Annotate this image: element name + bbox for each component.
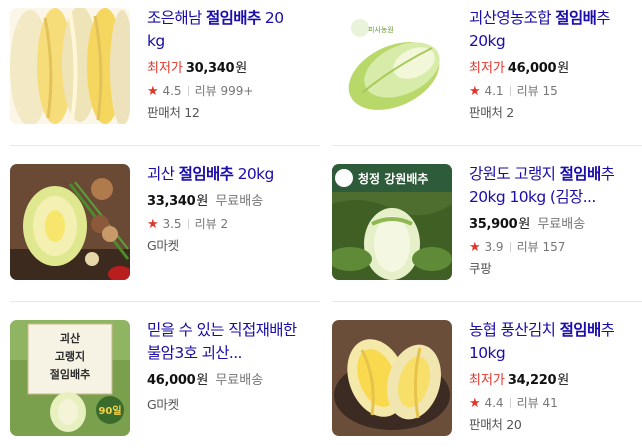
sign-line-3: 절임배추 — [50, 367, 90, 381]
product-image[interactable]: 피사농원 — [332, 8, 452, 124]
star-icon: ★ — [469, 396, 481, 411]
divider — [10, 145, 320, 146]
product-card[interactable]: 괴산 절임배추 20kg 33,340원 무료배송 ★ 3.5 리뷰 2 G마켓 — [0, 156, 310, 286]
product-rating: 4.4 — [484, 396, 504, 410]
product-rating: 4.5 — [162, 84, 182, 98]
seller-info: G마켓 — [147, 238, 179, 253]
thumb-banner: 청정 강원배추 — [358, 171, 428, 186]
review-count: 리뷰 999+ — [194, 84, 254, 98]
separator — [187, 219, 189, 229]
brand-logo: 피사농원 — [368, 25, 394, 34]
product-title[interactable]: 괴산 절임배추 20kg — [147, 163, 302, 186]
review-count: 리뷰 41 — [516, 396, 558, 410]
seller-info: 판매처 2 — [469, 105, 514, 120]
review-count: 리뷰 2 — [194, 217, 229, 231]
product-title[interactable]: 괴산영농조합 절임배추 20kg — [469, 7, 624, 53]
product-image[interactable]: 청정 강원배추 — [332, 164, 452, 280]
separator — [509, 398, 511, 408]
product-image[interactable] — [10, 164, 130, 280]
product-card[interactable]: 괴산 고랭지 절임배추 90일 믿을 수 있는 직접재배한 불암3호 괴산...… — [0, 312, 310, 442]
product-price: 33,340 — [147, 194, 196, 209]
separator — [509, 242, 511, 252]
divider — [10, 301, 320, 302]
product-price: 34,220 — [507, 373, 557, 388]
shipping-info: 무료배송 — [537, 217, 586, 232]
product-rating: 4.1 — [484, 84, 504, 98]
product-card[interactable]: 청정 강원배추 강원도 고랭지 절임배추 20kg 10kg (김장... 35… — [322, 156, 632, 286]
star-icon: ★ — [469, 240, 481, 255]
product-image[interactable] — [332, 320, 452, 436]
star-icon: ★ — [147, 84, 159, 99]
product-rating: 3.5 — [162, 217, 182, 231]
product-price: 46,000 — [147, 373, 196, 388]
product-rating: 3.9 — [484, 240, 504, 254]
product-price: 46,000 — [507, 61, 557, 76]
seller-info: G마켓 — [147, 397, 179, 412]
shipping-info: 무료배송 — [215, 373, 264, 388]
product-image[interactable]: 괴산 고랭지 절임배추 90일 — [10, 320, 130, 436]
star-icon: ★ — [147, 217, 159, 232]
sign-line-2: 고랭지 — [55, 349, 85, 363]
seller-info: 판매처 20 — [469, 417, 522, 432]
seller-info: 쿠팡 — [469, 261, 492, 276]
price-label: 최저가 — [469, 61, 505, 76]
star-icon: ★ — [469, 84, 481, 99]
seller-info: 판매처 12 — [147, 105, 200, 120]
product-card[interactable]: 농협 풍산김치 절임배추 10kg 최저가 34,220원 ★ 4.4 리뷰 41 … — [322, 312, 632, 442]
product-price: 35,900 — [469, 217, 518, 232]
product-image[interactable] — [10, 8, 130, 124]
shipping-info: 무료배송 — [215, 194, 264, 209]
product-title[interactable]: 믿을 수 있는 직접재배한 불암3호 괴산... — [147, 319, 302, 365]
review-count: 리뷰 15 — [516, 84, 558, 98]
sign-line-1: 괴산 — [60, 331, 80, 345]
product-title[interactable]: 농협 풍산김치 절임배추 10kg — [469, 319, 624, 365]
product-price: 30,340 — [185, 61, 235, 76]
separator — [509, 86, 511, 96]
product-title[interactable]: 강원도 고랭지 절임배추 20kg 10kg (김장... — [469, 163, 624, 209]
price-label: 최저가 — [147, 61, 183, 76]
review-count: 리뷰 157 — [516, 240, 566, 254]
product-card[interactable]: 조은해남 절임배추 20 kg 최저가 30,340원 ★ 4.5 리뷰 999+ … — [0, 0, 310, 130]
product-card[interactable]: 피사농원 괴산영농조합 절임배추 20kg 최저가 46,000원 ★ 4.1 리뷰… — [322, 0, 632, 130]
product-title[interactable]: 조은해남 절임배추 20 kg — [147, 7, 302, 53]
thumb-badge: 90일 — [98, 404, 121, 417]
divider — [332, 301, 642, 302]
separator — [187, 86, 189, 96]
price-label: 최저가 — [469, 373, 505, 388]
divider — [332, 145, 642, 146]
